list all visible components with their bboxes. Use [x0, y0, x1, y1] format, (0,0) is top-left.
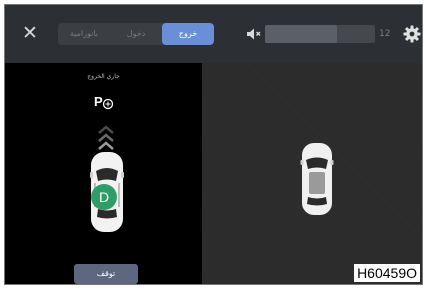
car-topview-icon: [300, 143, 334, 215]
volume-slider[interactable]: [265, 25, 375, 43]
gear-icon[interactable]: [402, 24, 422, 44]
image-reference-code: H60459O: [354, 264, 420, 282]
gear-indicator-badge: D: [91, 184, 117, 210]
volume-value: 12: [379, 29, 391, 39]
top-bar: ✕ بانورامية دخول خروج 12: [5, 5, 422, 63]
camera-view: H60459O: [202, 63, 422, 284]
tab-park-out[interactable]: خروج: [162, 23, 214, 45]
park-assist-icon: P: [94, 94, 114, 110]
screen-frame: ✕ بانورامية دخول خروج 12 جاري الخروج P D…: [4, 4, 423, 285]
close-icon[interactable]: ✕: [19, 22, 41, 44]
tab-park-in[interactable]: دخول: [110, 23, 162, 45]
volume-slider-fill: [265, 25, 337, 43]
stop-button[interactable]: توقف: [74, 264, 138, 284]
svg-text:P: P: [94, 94, 103, 109]
status-text: جاري الخروج: [87, 73, 120, 80]
mute-icon[interactable]: [245, 25, 263, 43]
parking-status-panel: جاري الخروج P D توقف: [5, 63, 202, 284]
tab-panoramic[interactable]: بانورامية: [58, 23, 110, 45]
view-mode-tabs: بانورامية دخول خروج: [58, 23, 214, 45]
